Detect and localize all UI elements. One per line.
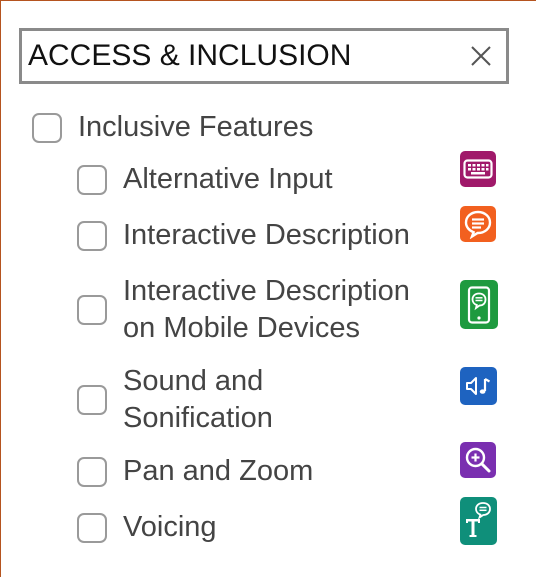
filter-header: ACCESS & INCLUSION (19, 28, 509, 84)
interactive-description-mobile-option[interactable]: Interactive Description on Mobile Device… (77, 273, 410, 347)
inclusive-features-label: Inclusive Features (78, 111, 314, 143)
interactive-description-checkbox[interactable] (77, 220, 107, 251)
filter-panel: ACCESS & INCLUSION Inclusive Features Al… (0, 0, 536, 577)
interactive-description-label: Interactive Description (123, 219, 410, 251)
pan-zoom-label: Pan and Zoom (123, 455, 314, 487)
interactive-description-option[interactable]: Interactive Description (77, 217, 410, 254)
mobile-description-icon (460, 280, 498, 329)
close-icon[interactable] (466, 41, 496, 71)
voicing-checkbox[interactable] (77, 512, 107, 543)
voicing-icon (460, 497, 497, 545)
inclusive-features-option[interactable]: Inclusive Features (32, 109, 313, 146)
alternative-input-checkbox[interactable] (77, 164, 107, 195)
alternative-input-option[interactable]: Alternative Input (77, 161, 333, 198)
sound-sonification-label: Sound and Sonification (123, 363, 273, 437)
voicing-label: Voicing (123, 511, 217, 543)
sound-icon (460, 367, 497, 405)
interactive-description-mobile-label-line2: on Mobile Devices (123, 312, 360, 344)
interactive-description-mobile-label-line1: Interactive Description (123, 275, 410, 307)
speech-bubble-icon (460, 206, 496, 242)
sound-sonification-label-line1: Sound and (123, 365, 264, 397)
alternative-input-label: Alternative Input (123, 163, 333, 195)
interactive-description-mobile-label: Interactive Description on Mobile Device… (123, 273, 410, 347)
inclusive-features-checkbox[interactable] (32, 112, 62, 143)
interactive-description-mobile-checkbox[interactable] (77, 295, 107, 325)
sound-sonification-checkbox[interactable] (77, 385, 107, 415)
filter-title: ACCESS & INCLUSION (28, 39, 352, 72)
voicing-option[interactable]: Voicing (77, 509, 217, 546)
sound-sonification-label-line2: Sonification (123, 402, 273, 434)
pan-zoom-checkbox[interactable] (77, 456, 107, 487)
keyboard-icon (460, 151, 496, 187)
pan-zoom-option[interactable]: Pan and Zoom (77, 453, 313, 490)
zoom-icon (460, 442, 496, 478)
sound-sonification-option[interactable]: Sound and Sonification (77, 363, 273, 437)
